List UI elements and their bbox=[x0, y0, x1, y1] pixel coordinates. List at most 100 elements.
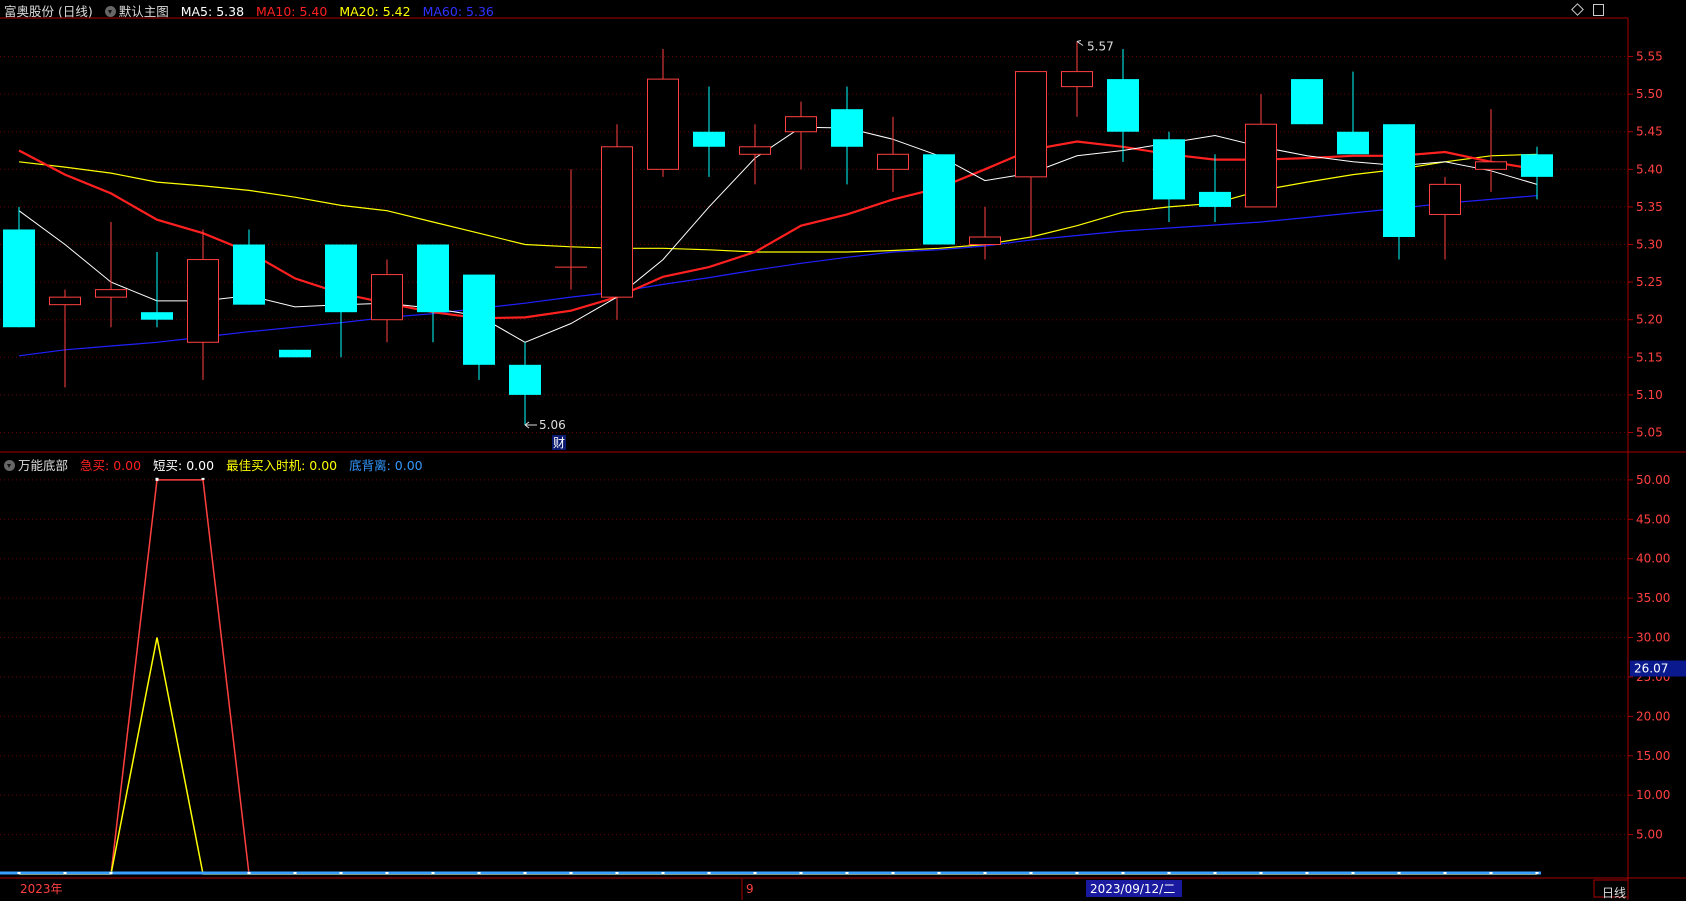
finance-marker: 财 bbox=[553, 436, 565, 450]
candle bbox=[509, 342, 541, 425]
indicator-point bbox=[799, 872, 803, 874]
indicator-point bbox=[615, 872, 619, 874]
candle bbox=[555, 169, 587, 290]
x-axis-year-label: 2023年 bbox=[20, 882, 63, 896]
candle bbox=[1383, 124, 1415, 260]
series-line-ma5 bbox=[18, 126, 1538, 343]
candle-body bbox=[647, 78, 679, 170]
candle-body bbox=[463, 274, 495, 365]
candle-body bbox=[693, 131, 725, 147]
candle-body bbox=[785, 116, 817, 133]
indicator-point bbox=[845, 872, 849, 874]
y-tick-label: 5.35 bbox=[1636, 200, 1663, 214]
candle-body bbox=[49, 296, 81, 306]
candle bbox=[1337, 71, 1369, 155]
candle bbox=[1199, 154, 1231, 222]
candle bbox=[1475, 109, 1507, 192]
indicator-point bbox=[201, 477, 205, 480]
indicator-point bbox=[1121, 872, 1125, 874]
chart-canvas[interactable]: 5.55 5.50 5.45 5.40 5.35 5.30 5.25 5.20 5.15 5.10… bbox=[0, 0, 1686, 900]
indicator-point bbox=[983, 872, 987, 874]
indicator-point bbox=[1167, 872, 1171, 874]
indicator-point bbox=[1029, 872, 1033, 874]
indicator-point bbox=[1305, 872, 1309, 874]
candle-body bbox=[417, 244, 449, 313]
indicator-point bbox=[569, 872, 573, 874]
y-tick-label: 5.45 bbox=[1636, 125, 1663, 139]
candle-body bbox=[233, 244, 265, 305]
candle-body bbox=[1475, 161, 1507, 170]
indicator-point bbox=[109, 872, 113, 874]
candle-body bbox=[831, 109, 863, 147]
candle bbox=[95, 221, 127, 328]
indicator-point bbox=[1397, 872, 1401, 874]
candle bbox=[325, 244, 357, 358]
y-tick-label: 5.30 bbox=[1636, 238, 1663, 252]
candle-body bbox=[1015, 71, 1047, 178]
candle bbox=[831, 86, 863, 185]
y-tick-label: 5.00 bbox=[1636, 828, 1663, 842]
indicator-point bbox=[937, 872, 941, 874]
candle-body bbox=[1337, 131, 1369, 155]
indicator-point bbox=[891, 872, 895, 874]
candle-body bbox=[1153, 139, 1185, 200]
indicator-point bbox=[1443, 872, 1447, 874]
y-tick-label: 35.00 bbox=[1636, 591, 1670, 605]
indicator-point bbox=[17, 872, 21, 874]
candle bbox=[969, 206, 1001, 260]
low-price-label: 5.06 bbox=[539, 418, 566, 432]
candle bbox=[279, 349, 311, 358]
candle-body bbox=[877, 153, 909, 170]
candle bbox=[233, 229, 265, 305]
candle-body bbox=[1107, 79, 1139, 132]
y-tick-label: 5.25 bbox=[1636, 275, 1663, 289]
indicator-point bbox=[1075, 872, 1079, 874]
y-tick-label: 30.00 bbox=[1636, 631, 1670, 645]
candle-body bbox=[279, 349, 311, 358]
current-value-label: 26.07 bbox=[1634, 662, 1668, 676]
candle-body bbox=[1061, 71, 1093, 88]
candle-body bbox=[187, 259, 219, 343]
indicator-point bbox=[477, 872, 481, 874]
candle-body bbox=[3, 229, 35, 328]
candle-body bbox=[969, 236, 1001, 246]
candle-body bbox=[95, 289, 127, 298]
candle bbox=[1015, 71, 1047, 237]
candle bbox=[923, 154, 955, 245]
cursor-date-label: 2023/09/12/二 bbox=[1090, 882, 1175, 896]
period-label[interactable]: 日线 bbox=[1602, 884, 1626, 901]
y-tick-label: 50.00 bbox=[1636, 473, 1670, 487]
indicator-point bbox=[339, 872, 343, 874]
candle-body bbox=[325, 244, 357, 313]
indicator-point bbox=[385, 872, 389, 874]
candle bbox=[647, 49, 679, 177]
candle bbox=[3, 206, 35, 328]
indicator-point bbox=[155, 477, 159, 481]
y-tick-label: 20.00 bbox=[1636, 709, 1670, 723]
y-tick-label: 5.50 bbox=[1636, 87, 1663, 101]
high-price-label: 5.57 bbox=[1087, 40, 1114, 54]
candle-body bbox=[371, 274, 403, 321]
indicator-point bbox=[707, 872, 711, 874]
candle-body bbox=[141, 312, 173, 320]
indicator-point bbox=[293, 872, 297, 874]
candle-body bbox=[1199, 191, 1231, 207]
indicator-point bbox=[431, 872, 435, 874]
candle-body bbox=[1291, 79, 1323, 125]
indicator-point bbox=[63, 872, 67, 874]
candle-body bbox=[1429, 183, 1461, 215]
indicator-point bbox=[1489, 872, 1493, 874]
series-line-ma20 bbox=[18, 153, 1538, 253]
indicator-point bbox=[1351, 872, 1355, 874]
candle bbox=[49, 289, 81, 388]
indicator-point bbox=[1259, 872, 1263, 874]
candle bbox=[785, 101, 817, 170]
indicator-point bbox=[661, 872, 665, 874]
y-tick-label: 10.00 bbox=[1636, 788, 1670, 802]
candle bbox=[1429, 176, 1461, 260]
y-tick-label: 5.15 bbox=[1636, 350, 1663, 364]
candle-body bbox=[509, 364, 541, 395]
candle bbox=[1521, 146, 1553, 200]
candle-body bbox=[739, 146, 771, 155]
indicator-line-1 bbox=[19, 637, 1537, 875]
